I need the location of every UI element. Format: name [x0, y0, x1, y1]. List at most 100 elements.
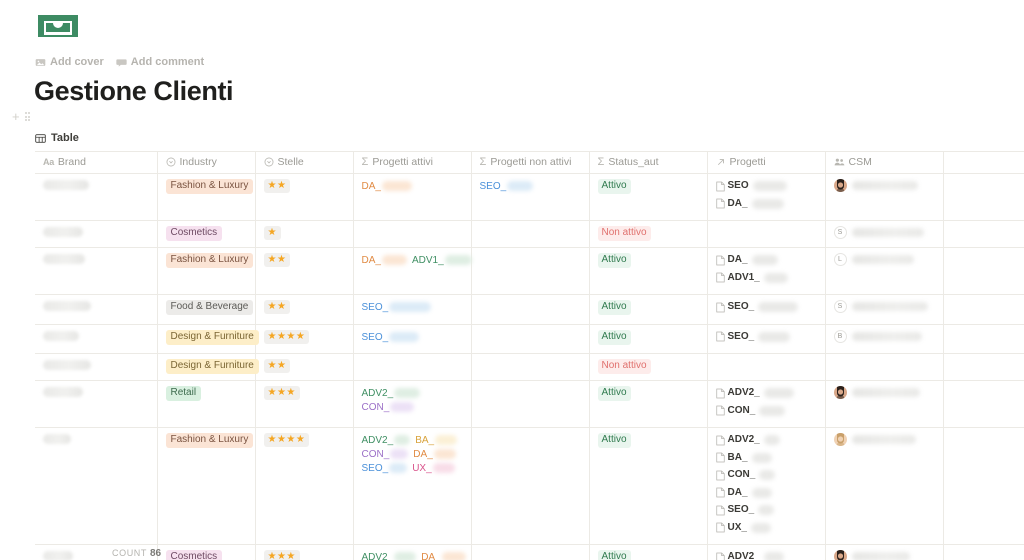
- cell-stelle[interactable]: ★★★: [255, 381, 353, 428]
- cell-progetti-non-attivi[interactable]: [471, 381, 589, 428]
- relation-page-link[interactable]: SEO_: [716, 300, 799, 314]
- cell-progetti-attivi[interactable]: DA_ADV1_: [353, 248, 471, 295]
- cell-status-aut[interactable]: Non attivo: [589, 354, 707, 381]
- cell-progetti-non-attivi[interactable]: [471, 545, 589, 560]
- cell-progetti-attivi[interactable]: ADV2_ CON_: [353, 381, 471, 428]
- progetto-attivo-chip[interactable]: DA_: [413, 449, 455, 461]
- cell-stelle[interactable]: ★★: [255, 248, 353, 295]
- cell-progetti[interactable]: SEODA_: [707, 174, 825, 221]
- table-row[interactable]: Fashion & Luxury★★★★ADV2_BA_CON_DA_SEO_U…: [35, 428, 1024, 545]
- stars-rating[interactable]: ★★★★: [264, 330, 310, 344]
- relation-page-link[interactable]: DA_: [716, 486, 772, 500]
- cell-brand[interactable]: [35, 248, 157, 295]
- column-header-progetti[interactable]: Progetti: [707, 152, 825, 174]
- table-row[interactable]: Fashion & Luxury★★DA_SEO_AttivoSEODA_: [35, 174, 1024, 221]
- avatar[interactable]: L: [834, 253, 847, 266]
- industry-tag[interactable]: Cosmetics: [166, 226, 223, 241]
- relation-page-link[interactable]: ADV2_: [716, 550, 784, 560]
- cell-status-aut[interactable]: Attivo: [589, 545, 707, 560]
- stars-rating[interactable]: ★★★★: [264, 433, 310, 447]
- add-cover-button[interactable]: Add cover: [35, 56, 104, 68]
- progetto-attivo-chip[interactable]: UX_: [412, 463, 454, 475]
- relation-page-link[interactable]: CON_: [716, 468, 776, 482]
- person-chip[interactable]: [834, 179, 935, 192]
- stars-rating[interactable]: ★★: [264, 300, 291, 314]
- cell-progetti[interactable]: SEO_: [707, 324, 825, 354]
- stars-rating[interactable]: ★★: [264, 253, 291, 267]
- cell-progetti-non-attivi[interactable]: [471, 248, 589, 295]
- stars-rating[interactable]: ★★★: [264, 550, 300, 560]
- table-row[interactable]: Cosmetics ★ Non attivo S: [35, 221, 1024, 248]
- cell-stelle[interactable]: ★★★★: [255, 324, 353, 354]
- industry-tag[interactable]: Design & Furniture: [166, 330, 259, 345]
- industry-tag[interactable]: Fashion & Luxury: [166, 179, 254, 194]
- cell-progetti[interactable]: [707, 354, 825, 381]
- cell-progetti-non-attivi[interactable]: [471, 221, 589, 248]
- table-row[interactable]: Cosmetics★★★ADV2_DA_SEO_AttivoADV2_DA_SE…: [35, 545, 1024, 560]
- cell-csm[interactable]: S: [825, 221, 943, 248]
- cell-brand[interactable]: [35, 174, 157, 221]
- cell-progetti-attivi[interactable]: SEO_: [353, 324, 471, 354]
- cell-status-aut[interactable]: Attivo: [589, 174, 707, 221]
- cell-brand[interactable]: [35, 381, 157, 428]
- progetto-attivo-chip[interactable]: DA_: [421, 552, 465, 560]
- relation-page-link[interactable]: DA_: [716, 253, 778, 267]
- cell-industry[interactable]: Food & Beverage: [157, 295, 255, 325]
- relation-page-link[interactable]: ADV2_: [716, 433, 780, 447]
- progetto-attivo-chip[interactable]: DA_: [362, 181, 412, 193]
- cell-progetti-attivi[interactable]: [353, 354, 471, 381]
- cell-brand[interactable]: [35, 295, 157, 325]
- person-chip[interactable]: S: [834, 300, 935, 313]
- cell-progetti-non-attivi[interactable]: [471, 354, 589, 381]
- progetto-attivo-chip[interactable]: SEO_: [362, 332, 420, 344]
- cell-industry[interactable]: Design & Furniture: [157, 354, 255, 381]
- view-tab-table[interactable]: Table: [35, 132, 79, 144]
- cell-csm[interactable]: B: [825, 324, 943, 354]
- add-block-button[interactable]: +: [12, 110, 20, 123]
- progetto-attivo-chip[interactable]: CON_: [362, 402, 415, 414]
- cell-status-aut[interactable]: Attivo: [589, 248, 707, 295]
- avatar[interactable]: S: [834, 226, 847, 239]
- cell-stelle[interactable]: ★: [255, 221, 353, 248]
- cell-stelle[interactable]: ★★★: [255, 545, 353, 560]
- page-icon[interactable]: [35, 10, 81, 46]
- drag-handle-icon[interactable]: [25, 112, 31, 121]
- cell-status-aut[interactable]: Attivo: [589, 295, 707, 325]
- cell-progetti-non-attivi[interactable]: [471, 324, 589, 354]
- cell-progetti[interactable]: SEO_: [707, 295, 825, 325]
- cell-stelle[interactable]: ★★: [255, 354, 353, 381]
- column-header-progetti-attivi[interactable]: ΣProgetti attivi: [353, 152, 471, 174]
- cell-csm[interactable]: [825, 428, 943, 545]
- cell-status-aut[interactable]: Attivo: [589, 324, 707, 354]
- cell-status-aut[interactable]: Attivo: [589, 428, 707, 545]
- cell-industry[interactable]: Cosmetics: [157, 545, 255, 560]
- progetto-attivo-chip[interactable]: ADV2_: [362, 388, 421, 400]
- relation-page-link[interactable]: ADV1_: [716, 271, 788, 285]
- cell-progetti[interactable]: ADV2_BA_CON_DA_SEO_UX_: [707, 428, 825, 545]
- progetto-attivo-chip[interactable]: SEO_: [362, 463, 408, 475]
- cell-progetti[interactable]: ADV2_CON_: [707, 381, 825, 428]
- table-row[interactable]: Fashion & Luxury★★DA_ADV1_AttivoDA_ADV1_…: [35, 248, 1024, 295]
- relation-page-link[interactable]: SEO_: [716, 503, 775, 517]
- cell-industry[interactable]: Design & Furniture: [157, 324, 255, 354]
- progetto-attivo-chip[interactable]: CON_: [362, 449, 409, 461]
- cell-industry[interactable]: Fashion & Luxury: [157, 174, 255, 221]
- stars-rating[interactable]: ★★: [264, 359, 291, 373]
- industry-tag[interactable]: Design & Furniture: [166, 359, 259, 374]
- industry-tag[interactable]: Fashion & Luxury: [166, 433, 254, 448]
- cell-stelle[interactable]: ★★: [255, 295, 353, 325]
- relation-page-link[interactable]: DA_: [716, 197, 784, 211]
- progetto-attivo-chip[interactable]: DA_: [362, 255, 407, 267]
- cell-brand[interactable]: [35, 324, 157, 354]
- avatar[interactable]: B: [834, 330, 847, 343]
- cell-status-aut[interactable]: Non attivo: [589, 221, 707, 248]
- avatar[interactable]: S: [834, 300, 847, 313]
- column-header-stelle[interactable]: Stelle: [255, 152, 353, 174]
- cell-industry[interactable]: Fashion & Luxury: [157, 428, 255, 545]
- cell-progetti-attivi[interactable]: DA_: [353, 174, 471, 221]
- column-header-add[interactable]: [943, 152, 1024, 174]
- cell-brand[interactable]: [35, 354, 157, 381]
- column-header-status-aut[interactable]: ΣStatus_aut: [589, 152, 707, 174]
- cell-status-aut[interactable]: Attivo: [589, 381, 707, 428]
- cell-csm[interactable]: [825, 354, 943, 381]
